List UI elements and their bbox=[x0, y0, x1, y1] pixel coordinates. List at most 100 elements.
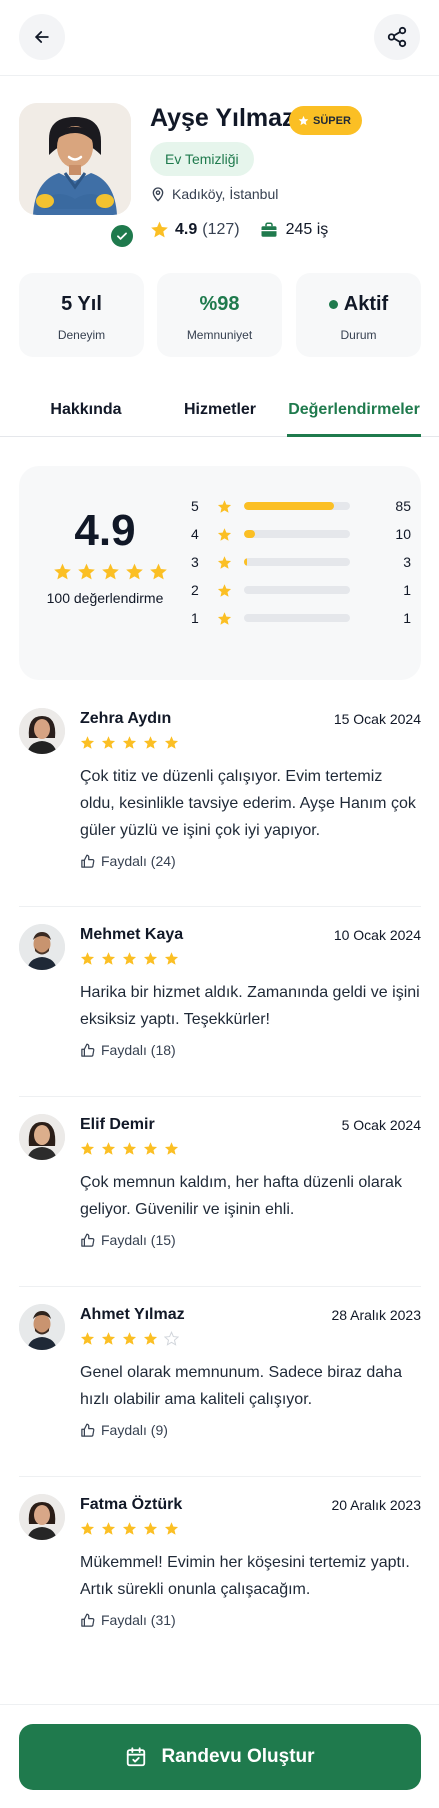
star-icon bbox=[150, 563, 167, 580]
review-stars bbox=[80, 1521, 179, 1536]
rating-summary: 4.9 100 değerlendirme 5 85 4 10 3 3 2 1 … bbox=[19, 466, 421, 680]
star-icon bbox=[101, 1332, 116, 1345]
back-button[interactable] bbox=[19, 14, 65, 60]
distribution-stars: 4 bbox=[191, 526, 199, 542]
satisfaction-label: Memnuniyet bbox=[186, 328, 253, 342]
review-date: 20 Aralık 2023 bbox=[331, 1497, 421, 1513]
star-icon bbox=[80, 1522, 95, 1535]
star-icon bbox=[101, 1142, 116, 1155]
star-icon bbox=[164, 1522, 179, 1535]
experience-label: Deneyim bbox=[57, 328, 106, 342]
tab-reviews[interactable]: Değerlendirmeler bbox=[287, 388, 421, 437]
helpful-label: Faydalı (24) bbox=[101, 853, 176, 869]
tab-about[interactable]: Hakkında bbox=[19, 388, 153, 437]
tab-services[interactable]: Hizmetler bbox=[153, 388, 287, 437]
thumbs-up-icon bbox=[81, 1613, 95, 1627]
category-chip: Ev Temizliği bbox=[150, 142, 254, 176]
star-icon bbox=[101, 736, 116, 749]
status-value-wrap: Aktif bbox=[296, 293, 421, 316]
star-outline-icon bbox=[164, 1331, 179, 1346]
distribution-fill bbox=[244, 558, 248, 566]
star-icon bbox=[143, 736, 158, 749]
experience-card: 5 Yıl Deneyim bbox=[19, 273, 144, 357]
profile-stats: 4.9 (127) 245 iş bbox=[150, 220, 328, 239]
distribution-fill bbox=[244, 530, 255, 538]
distribution-row: 4 10 bbox=[191, 524, 411, 544]
star-icon bbox=[101, 1522, 116, 1535]
distribution-count: 85 bbox=[395, 498, 411, 514]
review-item: Fatma Öztürk 20 Aralık 2023 Mükemmel! Ev… bbox=[19, 1494, 421, 1634]
reviewer-name: Fatma Öztürk bbox=[80, 1496, 183, 1513]
review-stars bbox=[80, 951, 179, 966]
calendar-check-icon bbox=[127, 1747, 146, 1767]
share-icon bbox=[387, 26, 407, 48]
star-icon bbox=[217, 555, 232, 569]
book-appointment-button[interactable]: Randevu Oluştur bbox=[19, 1724, 421, 1790]
star-icon bbox=[143, 952, 158, 965]
distribution-fill bbox=[244, 502, 335, 510]
review-stars bbox=[80, 1141, 179, 1156]
experience-value: 5 Yıl bbox=[61, 293, 102, 315]
helpful-button[interactable]: Faydalı (24) bbox=[80, 853, 176, 869]
reviewer-avatar bbox=[19, 924, 65, 970]
reviewer-name: Ahmet Yılmaz bbox=[80, 1306, 185, 1323]
profile-avatar bbox=[19, 103, 131, 215]
helpful-button[interactable]: Faydalı (9) bbox=[80, 1422, 168, 1438]
helpful-label: Faydalı (18) bbox=[101, 1042, 176, 1058]
location-text: Kadıköy, İstanbul bbox=[172, 186, 279, 202]
review-date: 10 Ocak 2024 bbox=[333, 927, 421, 943]
review-stars bbox=[80, 1331, 179, 1346]
star-icon bbox=[143, 1332, 158, 1345]
review-divider bbox=[19, 906, 421, 907]
helpful-button[interactable]: Faydalı (31) bbox=[80, 1612, 176, 1628]
review-date: 5 Ocak 2024 bbox=[341, 1117, 421, 1133]
thumbs-up-icon bbox=[81, 1423, 95, 1437]
super-badge-label: SÜPER bbox=[313, 114, 351, 127]
status-dot bbox=[328, 300, 338, 309]
review-text: Harika bir hizmet aldık. Zamanında geldi… bbox=[80, 984, 420, 1028]
check-icon bbox=[117, 232, 127, 240]
review-item: Zehra Aydın 15 Ocak 2024 Çok titiz ve dü… bbox=[19, 708, 421, 878]
share-button[interactable] bbox=[374, 14, 420, 60]
verified-badge bbox=[108, 222, 136, 250]
thumbs-up-icon bbox=[81, 1233, 95, 1247]
helpful-button[interactable]: Faydalı (15) bbox=[80, 1232, 176, 1248]
star-icon bbox=[217, 499, 232, 513]
reviewer-avatar bbox=[19, 1494, 65, 1540]
distribution-bar bbox=[244, 614, 350, 622]
helpful-label: Faydalı (9) bbox=[101, 1422, 168, 1438]
reviewer-name: Zehra Aydın bbox=[80, 710, 172, 727]
review-text: Genel olarak memnunum. Sadece biraz daha… bbox=[80, 1364, 402, 1408]
distribution-count: 1 bbox=[403, 610, 411, 626]
distribution-bar bbox=[244, 530, 350, 538]
top-bar bbox=[0, 0, 439, 76]
helpful-button[interactable]: Faydalı (18) bbox=[80, 1042, 176, 1058]
distribution-stars: 3 bbox=[191, 554, 199, 570]
review-item: Mehmet Kaya 10 Ocak 2024 Harika bir hizm… bbox=[19, 924, 421, 1064]
distribution-count: 1 bbox=[403, 582, 411, 598]
distribution-count: 10 bbox=[395, 526, 411, 542]
thumbs-up-icon bbox=[81, 1043, 95, 1057]
status-value: Aktif bbox=[343, 293, 389, 315]
review-divider bbox=[19, 1096, 421, 1097]
distribution-bar bbox=[244, 558, 350, 566]
average-rating: 4.9 bbox=[74, 506, 136, 555]
thumbs-up-icon bbox=[81, 854, 95, 868]
star-icon bbox=[122, 1332, 137, 1345]
profile-jobs: 245 iş bbox=[285, 220, 329, 238]
profile-tabs: Hakkında Hizmetler Değerlendirmeler bbox=[0, 388, 439, 437]
summary-stars bbox=[53, 562, 168, 581]
star-icon bbox=[102, 563, 119, 580]
distribution-bar bbox=[244, 502, 350, 510]
review-divider bbox=[19, 1286, 421, 1287]
profile-name: Ayşe Yılmaz bbox=[150, 104, 295, 132]
star-icon bbox=[126, 563, 143, 580]
reviewer-avatar bbox=[19, 1114, 65, 1160]
star-icon bbox=[298, 115, 309, 126]
review-text: Çok titiz ve düzenli çalışıyor. Evim ter… bbox=[80, 768, 416, 839]
distribution-row: 5 85 bbox=[191, 496, 411, 516]
star-icon bbox=[101, 952, 116, 965]
briefcase-icon bbox=[261, 222, 277, 237]
star-icon bbox=[122, 952, 137, 965]
book-appointment-label: Randevu Oluştur bbox=[161, 1746, 315, 1767]
